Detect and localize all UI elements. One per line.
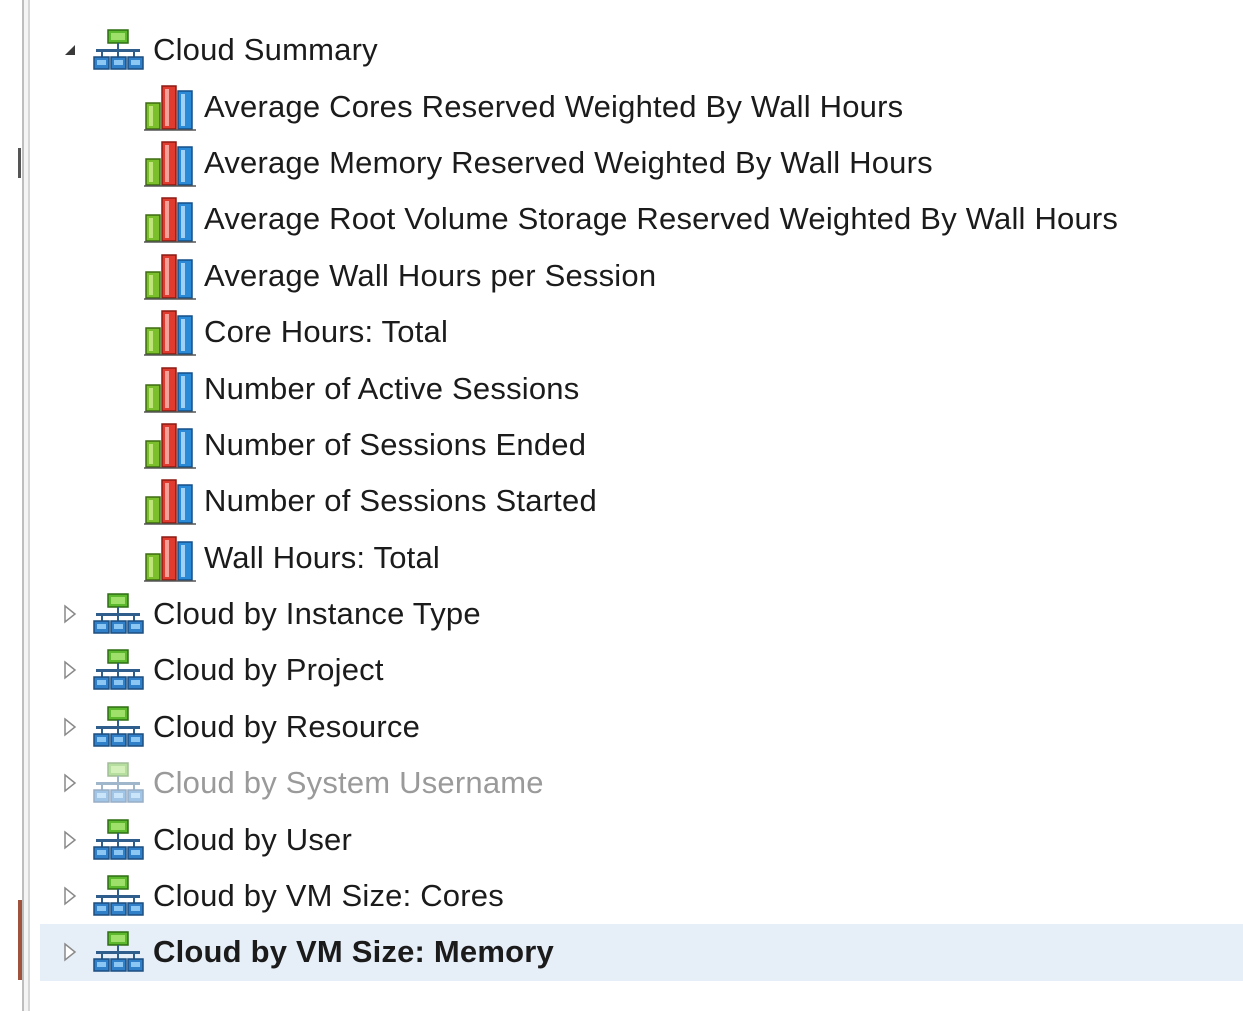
bar-chart-icon [144, 308, 198, 356]
network-group-icon [92, 761, 144, 805]
bar-chart-icon [144, 365, 198, 413]
tree-leaf-metric[interactable]: Average Root Volume Storage Reserved Wei… [40, 191, 1243, 247]
tree-leaf-metric[interactable]: Number of Sessions Ended [40, 417, 1243, 473]
tree-leaf-label: Average Root Volume Storage Reserved Wei… [204, 201, 1119, 237]
network-group-icon [92, 930, 144, 974]
tree-leaf-label: Number of Sessions Started [204, 483, 597, 519]
expanded-triangle-icon[interactable] [62, 40, 78, 60]
network-group-icon [92, 874, 144, 918]
tree-node-group[interactable]: Cloud by User [40, 811, 1243, 867]
tree-node-label: Cloud by User [153, 821, 353, 857]
metric-tree: Cloud Summary Average Cores Reserved Wei… [40, 22, 1243, 981]
collapsed-triangle-icon[interactable] [62, 604, 78, 624]
tree-node-label: Cloud by System Username [153, 765, 544, 801]
bar-chart-icon [144, 139, 198, 187]
tree-leaf-metric[interactable]: Average Memory Reserved Weighted By Wall… [40, 135, 1243, 191]
collapsed-triangle-icon[interactable] [62, 717, 78, 737]
tree-node-group[interactable]: Cloud by System Username [40, 755, 1243, 811]
tree-leaf-metric[interactable]: Core Hours: Total [40, 304, 1243, 360]
bar-chart-icon [144, 195, 198, 244]
bar-chart-icon [144, 252, 198, 300]
network-group-icon [92, 28, 144, 72]
tree-node-group[interactable]: Cloud by Project [40, 642, 1243, 698]
tree-leaf-label: Average Wall Hours per Session [204, 257, 657, 293]
tree-node-group[interactable]: Cloud by Instance Type [40, 586, 1243, 642]
bar-chart-icon [144, 534, 198, 582]
tree-node-cloud-summary[interactable]: Cloud Summary [40, 22, 1243, 78]
tree-node-label: Cloud by VM Size: Cores [153, 878, 504, 914]
left-tick-mark [18, 148, 21, 178]
tree-leaf-label: Number of Active Sessions [204, 370, 580, 406]
tree-leaf-label: Average Memory Reserved Weighted By Wall… [204, 144, 933, 180]
collapsed-triangle-icon[interactable] [62, 773, 78, 793]
tree-group-list: Cloud by Instance Type Cloud by Project Cl… [40, 586, 1243, 981]
tree-node-children: Average Cores Reserved Weighted By Wall … [40, 78, 1243, 586]
tree-leaf-metric[interactable]: Number of Active Sessions [40, 360, 1243, 416]
tree-node-label: Cloud by Instance Type [153, 596, 481, 632]
tree-leaf-metric[interactable]: Wall Hours: Total [40, 530, 1243, 586]
tree-node-label: Cloud by VM Size: Memory [153, 934, 554, 970]
tree-leaf-label: Wall Hours: Total [204, 539, 440, 575]
tree-node-group[interactable]: Cloud by VM Size: Cores [40, 868, 1243, 924]
panel-splitter[interactable] [22, 0, 30, 1011]
network-group-icon [92, 818, 144, 862]
collapsed-triangle-icon[interactable] [62, 886, 78, 906]
bar-chart-icon [144, 421, 198, 469]
tree-leaf-label: Core Hours: Total [204, 314, 449, 350]
collapsed-triangle-icon[interactable] [62, 942, 78, 962]
collapsed-triangle-icon[interactable] [62, 660, 78, 681]
network-group-icon [92, 592, 144, 636]
network-group-icon [92, 705, 144, 749]
tree-leaf-metric[interactable]: Number of Sessions Started [40, 473, 1243, 529]
bar-chart-icon [144, 83, 198, 131]
tree-node-group[interactable]: Cloud by Resource [40, 699, 1243, 755]
tree-node-group[interactable]: Cloud by VM Size: Memory [40, 924, 1243, 981]
tree-leaf-metric[interactable]: Average Wall Hours per Session [40, 248, 1243, 304]
tree-node-label: Cloud Summary [153, 32, 378, 68]
tree-leaf-label: Number of Sessions Ended [204, 426, 587, 462]
network-group-icon [92, 648, 144, 692]
tree-node-label: Cloud by Resource [153, 708, 421, 744]
tree-panel: Cloud Summary Average Cores Reserved Wei… [0, 0, 1243, 1011]
collapsed-triangle-icon[interactable] [62, 830, 78, 850]
tree-node-label: Cloud by Project [153, 652, 384, 688]
bar-chart-icon [144, 477, 198, 526]
tree-leaf-metric[interactable]: Average Cores Reserved Weighted By Wall … [40, 78, 1243, 134]
tree-leaf-label: Average Cores Reserved Weighted By Wall … [204, 88, 904, 124]
